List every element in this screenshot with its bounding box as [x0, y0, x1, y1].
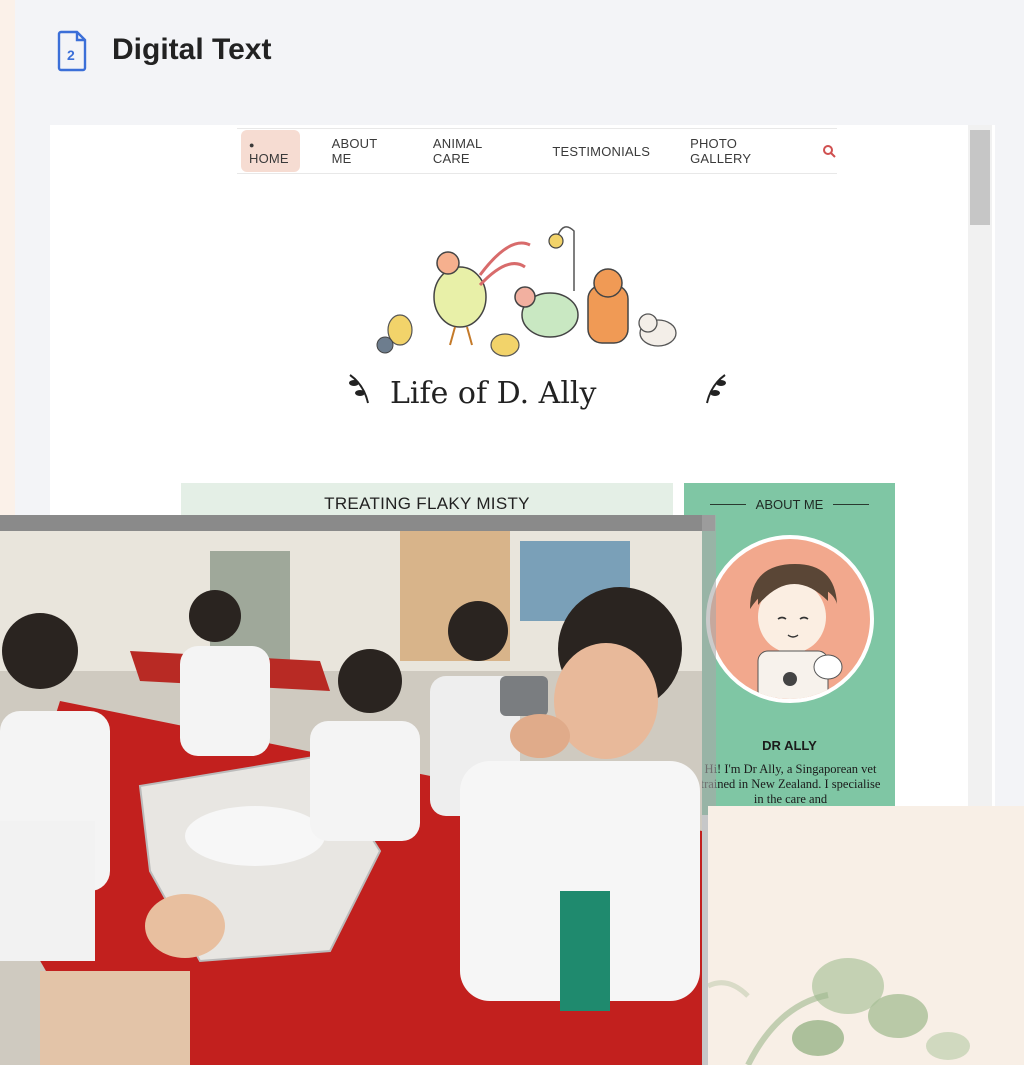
nav-item-photo-gallery[interactable]: PHOTO GALLERY [682, 130, 797, 172]
svg-text:2: 2 [67, 47, 75, 63]
post-title[interactable]: TREATING FLAKY MISTY [324, 494, 530, 514]
site-nav: ● HOME ABOUT ME ANIMAL CARE TESTIMONIALS… [237, 128, 837, 174]
nav-item-testimonials[interactable]: TESTIMONIALS [544, 138, 658, 165]
botanical-illustration [708, 806, 1024, 1065]
sidebar-bio: Hi! I'm Dr Ally, a Singaporean vet train… [700, 762, 881, 806]
nav-label: HOME [249, 151, 289, 166]
avatar [706, 535, 874, 703]
nav-item-home[interactable]: ● HOME [241, 130, 300, 172]
scrollbar-thumb[interactable] [970, 130, 990, 225]
site-logo[interactable]: Life of D. Ally [330, 205, 750, 455]
search-icon[interactable] [821, 142, 837, 160]
sidebar-heading-text: ABOUT ME [755, 497, 824, 512]
divider [833, 504, 870, 505]
sidebar-heading: ABOUT ME [684, 497, 895, 512]
nav-item-animal-care[interactable]: ANIMAL CARE [425, 130, 520, 172]
nav-bullet-icon: ● [249, 140, 255, 150]
photo-window-titlebar[interactable] [0, 515, 715, 531]
document-2-icon: 2 [56, 28, 90, 72]
nav-item-about-me[interactable]: ABOUT ME [324, 130, 401, 172]
page-title: Digital Text [112, 33, 272, 66]
page-header: 2 Digital Text [56, 28, 271, 72]
divider [709, 504, 746, 505]
scrollbar-track[interactable] [968, 125, 992, 815]
classroom-photo [0, 531, 702, 1065]
logo-text: Life of D. Ally [390, 376, 597, 411]
